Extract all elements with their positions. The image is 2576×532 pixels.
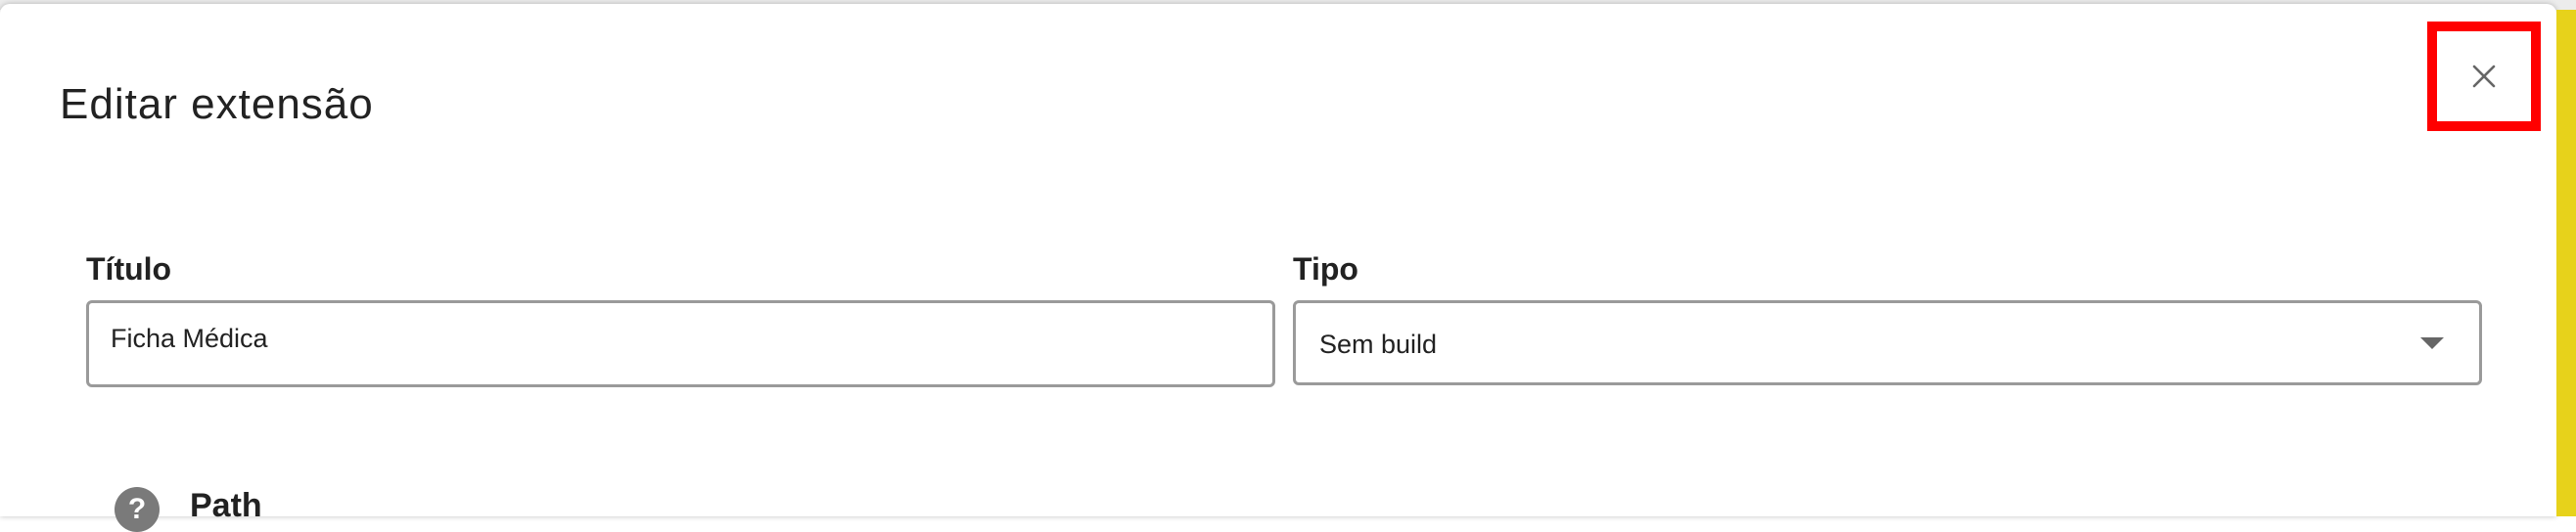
path-section-label: Path (190, 487, 262, 524)
help-icon[interactable]: ? (115, 487, 160, 532)
title-field-label: Título (86, 251, 172, 287)
chevron-down-icon (2420, 336, 2444, 349)
title-input[interactable] (89, 303, 1272, 384)
close-button[interactable] (2427, 22, 2541, 131)
title-field[interactable] (86, 300, 1275, 387)
edit-extension-dialog: Editar extensão Título Tipo Sem build ? … (0, 4, 2556, 532)
type-select-value: Sem build (1319, 330, 1438, 359)
side-strip (2556, 10, 2576, 516)
type-field-label: Tipo (1293, 251, 1358, 287)
close-icon (2472, 65, 2496, 88)
type-select[interactable]: Sem build (1293, 300, 2482, 385)
dialog-title: Editar extensão (60, 80, 374, 128)
